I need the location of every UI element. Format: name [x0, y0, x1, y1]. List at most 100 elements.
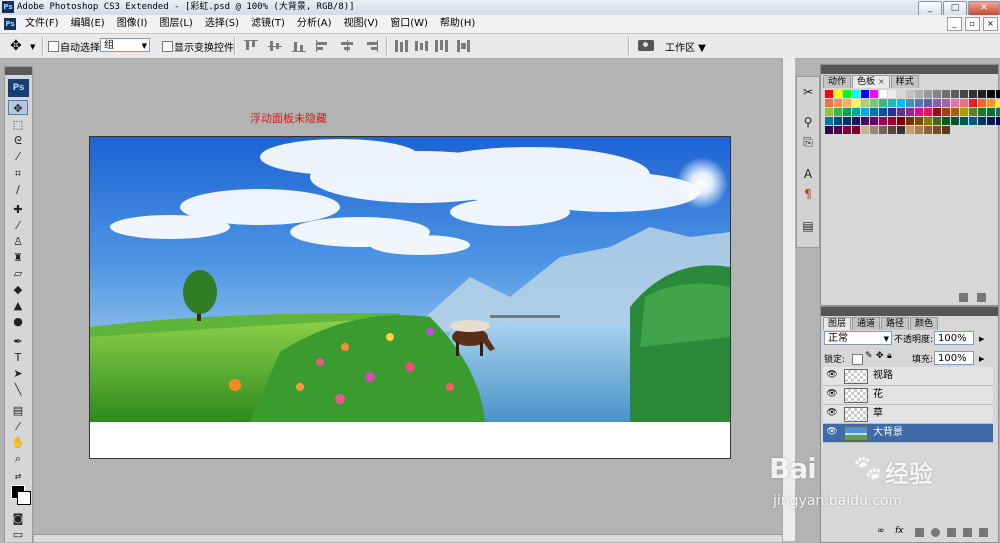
move-tool-icon[interactable]: ✥: [8, 100, 28, 115]
color-swatch[interactable]: [915, 108, 923, 116]
maximize-button[interactable]: □: [943, 1, 967, 16]
color-swatch[interactable]: [861, 90, 869, 98]
color-swatch[interactable]: [834, 126, 842, 134]
color-swatch[interactable]: [960, 99, 968, 107]
menu-select[interactable]: 选择(S): [199, 15, 245, 33]
color-swatch[interactable]: [951, 117, 959, 125]
layer-row[interactable]: 👁︎ 视路: [823, 367, 993, 386]
move-tool-icon[interactable]: ✥: [10, 39, 22, 53]
color-swatch[interactable]: [996, 117, 1000, 125]
visibility-eye-icon[interactable]: 👁︎: [826, 427, 838, 438]
align-hcenter-icon[interactable]: [340, 40, 354, 52]
color-swatch[interactable]: [852, 99, 860, 107]
color-swatch[interactable]: [933, 108, 941, 116]
color-swatch[interactable]: [879, 126, 887, 134]
color-swatch[interactable]: [933, 90, 941, 98]
align-left-icon[interactable]: [316, 40, 330, 52]
eraser-tool-icon[interactable]: ▱: [8, 266, 28, 281]
color-swatch[interactable]: [897, 90, 905, 98]
color-swatch[interactable]: [897, 126, 905, 134]
color-swatch[interactable]: [879, 90, 887, 98]
crop-tool-icon[interactable]: ⌗: [8, 166, 28, 181]
color-swatch[interactable]: [915, 99, 923, 107]
color-swatch[interactable]: [906, 117, 914, 125]
color-swatch[interactable]: [825, 90, 833, 98]
pen-tool-icon[interactable]: ✒: [8, 334, 28, 349]
color-swatch[interactable]: [870, 99, 878, 107]
eyedropper-tool-icon[interactable]: ⁄: [8, 419, 28, 434]
dodge-tool-icon[interactable]: ●: [8, 314, 28, 329]
color-swatch[interactable]: [843, 117, 851, 125]
paragraph-icon[interactable]: ¶: [799, 185, 817, 203]
clone-source-icon[interactable]: ⎘: [799, 133, 817, 151]
tab-layers[interactable]: 图层: [823, 317, 852, 330]
auto-select-dropdown[interactable]: 组 ▼: [100, 38, 150, 52]
align-bottom-icon[interactable]: [292, 40, 306, 52]
color-swatch[interactable]: [870, 117, 878, 125]
opacity-chevron-icon[interactable]: ▶: [979, 335, 984, 343]
doc-minimize-button[interactable]: _: [947, 17, 962, 31]
menu-filter[interactable]: 滤镜(T): [245, 15, 291, 33]
color-swatch[interactable]: [942, 108, 950, 116]
color-swatch[interactable]: [978, 117, 986, 125]
color-swatch[interactable]: [870, 108, 878, 116]
color-swatch[interactable]: [978, 108, 986, 116]
layer-comps-icon[interactable]: ▤: [799, 217, 817, 235]
tools-panel-header[interactable]: [5, 67, 32, 75]
doc-close-button[interactable]: ×: [983, 17, 998, 31]
document-canvas[interactable]: [89, 136, 731, 459]
color-swatch[interactable]: [996, 90, 1000, 98]
color-swatch[interactable]: [951, 108, 959, 116]
color-swatch[interactable]: [933, 126, 941, 134]
auto-select-checkbox[interactable]: [48, 41, 59, 52]
color-swatch[interactable]: [888, 126, 896, 134]
color-swatch[interactable]: [879, 108, 887, 116]
color-swatch[interactable]: [852, 117, 860, 125]
menu-file[interactable]: 文件(F): [19, 15, 65, 33]
tab-swatches[interactable]: 色板 ×: [852, 75, 890, 88]
notes-tool-icon[interactable]: ▤: [8, 403, 28, 418]
opacity-input[interactable]: 100%: [934, 331, 974, 345]
menu-image[interactable]: 图像(I): [111, 15, 154, 33]
adjustment-layer-icon[interactable]: [931, 528, 940, 537]
color-swatch[interactable]: [870, 126, 878, 134]
color-swatch[interactable]: [834, 99, 842, 107]
color-swatch[interactable]: [942, 126, 950, 134]
panel-header[interactable]: [821, 307, 998, 316]
color-swatch[interactable]: [906, 90, 914, 98]
menu-layer[interactable]: 图层(L): [153, 15, 198, 33]
color-swatch[interactable]: [924, 126, 932, 134]
color-swatch[interactable]: [924, 90, 932, 98]
color-swatch[interactable]: [924, 117, 932, 125]
close-icon[interactable]: ×: [878, 77, 885, 86]
add-mask-icon[interactable]: [915, 528, 924, 537]
color-swatch[interactable]: [933, 99, 941, 107]
color-swatch[interactable]: [852, 126, 860, 134]
lasso-tool-icon[interactable]: ᘓ: [8, 133, 28, 148]
visibility-eye-icon[interactable]: 👁︎: [826, 389, 838, 400]
color-swatch[interactable]: [960, 117, 968, 125]
layer-row-selected[interactable]: 👁︎ 大背景: [823, 424, 993, 443]
color-swatch[interactable]: [843, 126, 851, 134]
close-button[interactable]: ✕: [968, 1, 1000, 16]
color-swatch[interactable]: [951, 99, 959, 107]
hand-tool-icon[interactable]: ✋: [8, 435, 28, 450]
color-swatch[interactable]: [825, 126, 833, 134]
color-swatch[interactable]: [861, 126, 869, 134]
auto-align-icon[interactable]: [456, 40, 470, 52]
tab-paths[interactable]: 路径: [881, 317, 910, 330]
align-vcenter-icon[interactable]: [268, 40, 282, 52]
menu-edit[interactable]: 编辑(E): [65, 15, 111, 33]
paint-bucket-tool-icon[interactable]: ◆: [8, 282, 28, 297]
color-swatch[interactable]: [888, 90, 896, 98]
fill-input[interactable]: 100%: [934, 351, 974, 365]
lock-position-icon[interactable]: ✥: [876, 351, 884, 361]
slice-tool-icon[interactable]: ∕: [8, 182, 28, 197]
color-swatch[interactable]: [861, 117, 869, 125]
color-swatch[interactable]: [861, 108, 869, 116]
color-swatch[interactable]: [906, 108, 914, 116]
color-swatch[interactable]: [996, 99, 1000, 107]
color-swatch[interactable]: [852, 108, 860, 116]
color-swatch[interactable]: [960, 108, 968, 116]
new-swatch-icon[interactable]: [959, 293, 968, 302]
